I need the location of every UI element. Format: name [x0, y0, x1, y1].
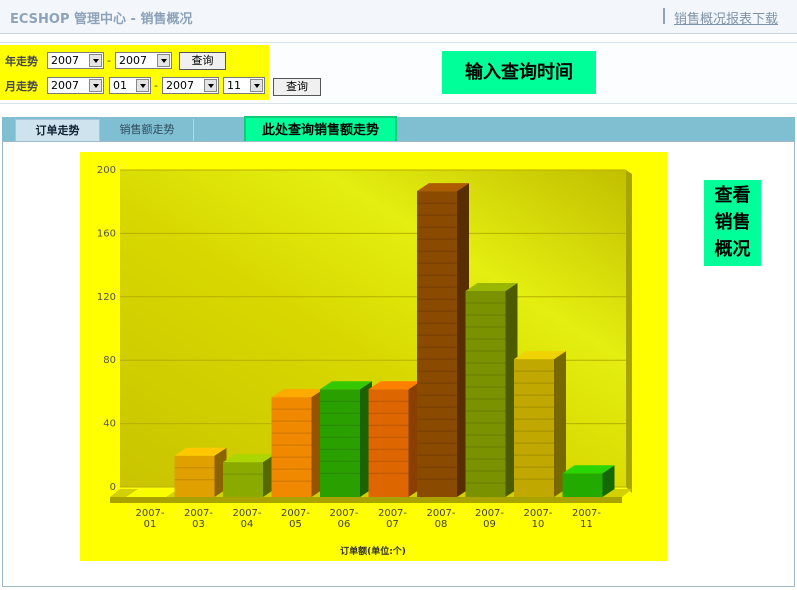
- bar: [562, 473, 603, 497]
- month-trend-label: 月走势: [5, 80, 38, 93]
- range-dash: -: [107, 54, 111, 67]
- month-to-month-select[interactable]: 11: [223, 77, 265, 94]
- y-tick-label: 200: [97, 165, 116, 176]
- month-to-year-select[interactable]: 2007: [162, 77, 219, 94]
- x-tick-label: 2007-: [572, 508, 601, 519]
- x-tick-label: 2007-: [281, 508, 310, 519]
- month-from-year-select[interactable]: 2007: [47, 77, 104, 94]
- chart-floor-front: [110, 497, 622, 503]
- header-separator: [663, 8, 665, 24]
- chevron-down-icon: [204, 79, 217, 92]
- tab-bar: 订单走势 销售额走势: [2, 117, 795, 142]
- year-trend-label: 年走势: [5, 55, 38, 68]
- x-tick-label: 2007-: [378, 508, 407, 519]
- x-tick-label: 11: [580, 519, 593, 530]
- query-form: 年走势 2007 - 2007 查询 月走势 2007 01 - 2007 11: [0, 45, 269, 100]
- year-query-button[interactable]: 查询: [179, 52, 226, 70]
- y-tick-label: 40: [103, 419, 116, 430]
- x-tick-label: 2007-: [184, 508, 213, 519]
- range-dash: -: [154, 79, 158, 92]
- chevron-down-icon: [136, 79, 149, 92]
- bar: [174, 455, 215, 497]
- chevron-down-icon: [250, 79, 263, 92]
- bar: [320, 389, 360, 497]
- x-axis-label: 订单额(单位:个): [340, 545, 406, 557]
- y-tick-label: 80: [103, 355, 116, 366]
- month-query-button[interactable]: 查询: [273, 78, 321, 96]
- bar: [417, 191, 457, 497]
- x-tick-label: 2007-: [426, 508, 455, 519]
- note-overview-line: 概况: [714, 239, 751, 260]
- month-from-month-value: 01: [113, 79, 127, 92]
- x-tick-label: 2007-: [232, 508, 261, 519]
- x-tick-label: 04: [241, 519, 254, 530]
- sales-report-download-link[interactable]: 销售概况报表下载: [674, 8, 778, 27]
- tab-order-trend[interactable]: 订单走势: [15, 119, 100, 142]
- x-tick-label: 01: [144, 519, 157, 530]
- note-overview-line: 查看: [714, 185, 751, 206]
- y-tick-label: 120: [97, 292, 116, 303]
- year-from-select[interactable]: 2007: [47, 52, 104, 69]
- bar: [271, 397, 312, 497]
- bar: [368, 389, 409, 497]
- chevron-down-icon: [89, 54, 102, 67]
- year-to-select[interactable]: 2007: [115, 52, 172, 69]
- y-tick-label: 0: [110, 482, 116, 493]
- x-tick-label: 2007-: [523, 508, 552, 519]
- x-tick-label: 07: [386, 519, 399, 530]
- x-tick-label: 08: [435, 519, 448, 530]
- year-to-value: 2007: [119, 54, 147, 67]
- month-to-year-value: 2007: [166, 79, 194, 92]
- page-title: ECSHOP 管理中心 - 销售概况: [10, 12, 193, 27]
- note-enter-query-time: 输入查询时间: [442, 51, 596, 94]
- order-trend-chart: 040801201602002007-012007-032007-042007-…: [97, 165, 632, 557]
- month-from-year-value: 2007: [51, 79, 79, 92]
- bar: [223, 462, 263, 497]
- x-tick-label: 2007-: [329, 508, 358, 519]
- x-tick-label: 05: [289, 519, 302, 530]
- year-from-value: 2007: [51, 54, 79, 67]
- x-tick-label: 09: [483, 519, 496, 530]
- chevron-down-icon: [89, 79, 102, 92]
- bar: [465, 290, 506, 497]
- month-to-month-value: 11: [227, 79, 241, 92]
- x-tick-label: 10: [532, 519, 545, 530]
- header-bar: ECSHOP 管理中心 - 销售概况 销售概况报表下载: [0, 0, 797, 34]
- note-sales-trend-query: 此处查询销售额走势: [244, 116, 397, 144]
- x-tick-label: 06: [338, 519, 351, 530]
- y-tick-label: 160: [97, 228, 116, 239]
- chart-side-wall: [626, 170, 632, 493]
- note-view-sales-overview: 查看 销售 概况: [704, 180, 761, 266]
- bar: [514, 359, 554, 497]
- tab-sales-trend[interactable]: 销售额走势: [101, 119, 194, 142]
- note-overview-line: 销售: [714, 212, 751, 233]
- month-from-month-select[interactable]: 01: [109, 77, 151, 94]
- chevron-down-icon: [157, 54, 170, 67]
- x-tick-label: 2007-: [135, 508, 164, 519]
- x-tick-label: 03: [192, 519, 205, 530]
- x-tick-label: 2007-: [475, 508, 504, 519]
